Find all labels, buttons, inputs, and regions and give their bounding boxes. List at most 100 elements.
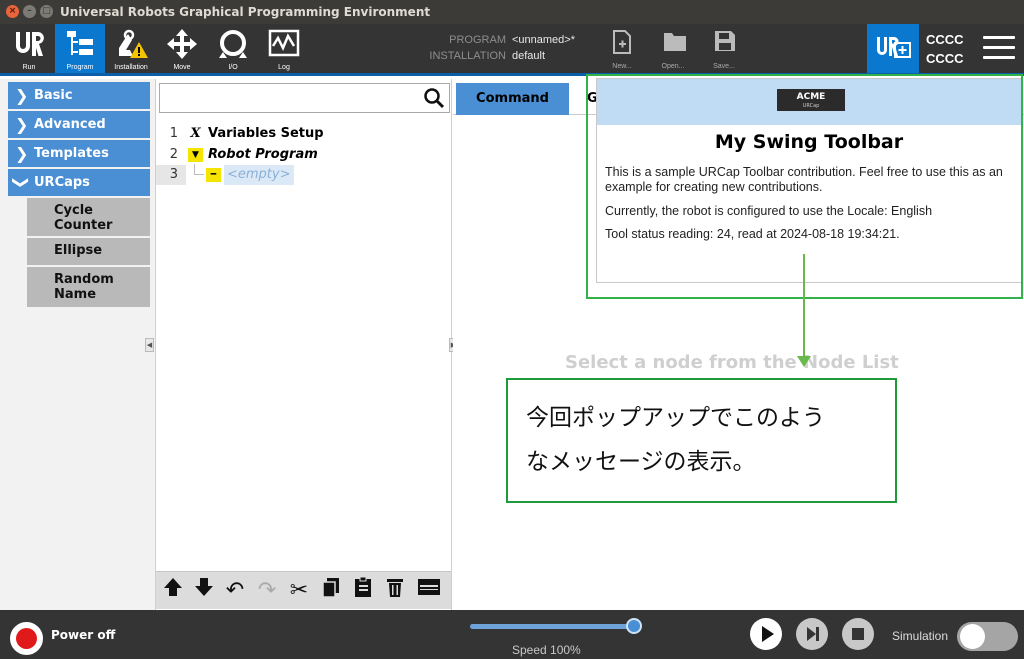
chevron-right-icon: ❯ bbox=[15, 86, 29, 105]
close-window-icon[interactable]: × bbox=[6, 5, 19, 18]
tree-row-empty[interactable]: 3 ━ <empty> bbox=[156, 164, 451, 185]
open-folder-icon bbox=[664, 33, 686, 51]
chevron-right-icon: ❯ bbox=[15, 144, 29, 163]
stop-icon bbox=[852, 628, 864, 640]
tool-installation[interactable]: Installation bbox=[106, 24, 156, 73]
save-button-label: Save... bbox=[713, 63, 735, 70]
category-advanced[interactable]: ❯ Advanced bbox=[8, 111, 150, 138]
power-label: Power off bbox=[51, 628, 116, 642]
program-tree-icon bbox=[67, 31, 93, 55]
minimize-window-icon[interactable]: – bbox=[23, 5, 36, 18]
power-off-indicator bbox=[16, 628, 37, 649]
suppress-icon[interactable] bbox=[414, 576, 444, 606]
urcap-item-label: Ellipse bbox=[54, 243, 103, 258]
urcap-plus-icon bbox=[877, 36, 911, 58]
empty-node-icon: ━ bbox=[206, 168, 221, 182]
tool-io[interactable]: I/O bbox=[208, 24, 258, 73]
search-icon bbox=[424, 88, 445, 109]
ur-logo-icon bbox=[16, 32, 44, 56]
open-button-label: Open... bbox=[661, 63, 685, 70]
tool-move[interactable]: Move bbox=[157, 24, 207, 73]
cccc-line-2: CCCC bbox=[926, 51, 964, 66]
category-templates-label: Templates bbox=[34, 146, 109, 161]
installation-key: INSTALLATION bbox=[429, 50, 506, 62]
save-button[interactable]: Save... bbox=[704, 26, 744, 72]
tree-line-number: 3 bbox=[169, 167, 178, 182]
expand-triangle-icon[interactable]: ▼ bbox=[188, 148, 203, 162]
installation-value: default bbox=[512, 50, 546, 62]
simulation-toggle[interactable] bbox=[957, 622, 1018, 651]
category-urcaps[interactable]: ❯ URCaps bbox=[8, 169, 150, 196]
copy-icon[interactable] bbox=[316, 576, 346, 606]
move-arrows-icon bbox=[167, 29, 197, 59]
urcap-item-label: Random Name bbox=[54, 272, 114, 302]
program-key: PROGRAM bbox=[449, 34, 506, 46]
node-list-hint: Select a node from the Node List bbox=[565, 352, 899, 373]
new-file-icon bbox=[613, 30, 631, 54]
category-urcaps-label: URCaps bbox=[34, 175, 90, 190]
stop-button[interactable] bbox=[842, 618, 874, 650]
paste-icon[interactable] bbox=[348, 576, 378, 606]
category-templates[interactable]: ❯ Templates bbox=[8, 140, 150, 167]
tool-program[interactable]: Program bbox=[55, 24, 105, 73]
delete-icon[interactable] bbox=[380, 576, 410, 606]
callout-line-1: 今回ポップアップでこのよう bbox=[526, 405, 825, 431]
tool-io-label: I/O bbox=[228, 64, 238, 71]
annotation-arrow-line bbox=[803, 254, 805, 359]
callout-line-2: なメッセージの表示。 bbox=[526, 449, 756, 475]
speed-slider-track[interactable] bbox=[470, 624, 634, 629]
redo-icon[interactable]: ↷ bbox=[252, 576, 282, 606]
move-down-icon[interactable] bbox=[189, 576, 219, 606]
annotation-callout: 今回ポップアップでこのよう なメッセージの表示。 bbox=[506, 378, 897, 503]
program-value: <unnamed>* bbox=[512, 34, 575, 46]
step-button[interactable] bbox=[796, 618, 828, 650]
program-info: PROGRAM <unnamed>* INSTALLATION default bbox=[420, 32, 575, 64]
tool-program-label: Program bbox=[66, 64, 94, 71]
chevron-down-icon: ❯ bbox=[12, 175, 32, 190]
tool-log[interactable]: Log bbox=[259, 24, 309, 73]
cut-icon[interactable]: ✂ bbox=[284, 576, 314, 606]
tree-line-number: 1 bbox=[169, 126, 178, 141]
category-basic[interactable]: ❯ Basic bbox=[8, 82, 150, 109]
tree-label: Robot Program bbox=[208, 147, 318, 162]
power-button[interactable] bbox=[10, 622, 43, 655]
hamburger-menu-icon[interactable] bbox=[983, 36, 1015, 60]
open-button[interactable]: Open... bbox=[653, 26, 693, 72]
main-toolbar: Run Program Installation Move I/O Log PR… bbox=[0, 24, 1024, 76]
new-button-label: New... bbox=[612, 63, 632, 70]
move-up-icon[interactable] bbox=[158, 576, 188, 606]
urcap-item-random-name[interactable]: Random Name bbox=[27, 267, 150, 307]
log-chart-icon bbox=[268, 29, 300, 57]
tab-command[interactable]: Command bbox=[456, 83, 569, 115]
simulation-label: Simulation bbox=[892, 629, 949, 643]
undo-icon[interactable]: ↶ bbox=[220, 576, 250, 606]
step-icon bbox=[807, 627, 819, 641]
tree-row-robot-program[interactable]: 2 ▼ Robot Program bbox=[156, 145, 451, 165]
urcap-item-ellipse[interactable]: Ellipse bbox=[27, 238, 150, 265]
installation-warning-icon bbox=[119, 29, 148, 58]
tree-label-selected: <empty> bbox=[224, 165, 294, 185]
program-tree-panel: 1 X Variables Setup 2 ▼ Robot Program 3 … bbox=[155, 79, 452, 610]
tool-log-label: Log bbox=[278, 64, 290, 71]
tool-run[interactable]: Run bbox=[4, 24, 54, 73]
variables-x-icon: X bbox=[190, 126, 201, 141]
maximize-window-icon[interactable]: □ bbox=[40, 5, 53, 18]
robot-status-text: CCCC CCCC bbox=[926, 30, 964, 68]
title-bar: × – □ Universal Robots Graphical Program… bbox=[0, 0, 1024, 24]
tool-installation-label: Installation bbox=[114, 64, 148, 71]
urcap-item-cycle-counter[interactable]: Cycle Counter bbox=[27, 198, 150, 236]
tree-line-number: 2 bbox=[169, 147, 178, 162]
collapse-left-handle[interactable]: ◀ bbox=[145, 338, 154, 352]
category-basic-label: Basic bbox=[34, 88, 73, 103]
urcap-toolbar-button[interactable] bbox=[867, 24, 919, 73]
new-button[interactable]: New... bbox=[602, 26, 642, 72]
node-category-panel: ❯ Basic ❯ Advanced ❯ Templates ❯ URCaps … bbox=[0, 79, 155, 610]
tree-label: Variables Setup bbox=[208, 126, 324, 141]
app-window: × – □ Universal Robots Graphical Program… bbox=[0, 0, 1024, 659]
tree-row-variables-setup[interactable]: 1 X Variables Setup bbox=[156, 124, 451, 144]
play-button[interactable] bbox=[750, 618, 782, 650]
speed-slider-knob[interactable] bbox=[626, 618, 642, 634]
search-button[interactable] bbox=[420, 83, 450, 113]
tree-search-input[interactable] bbox=[159, 83, 421, 113]
window-title: Universal Robots Graphical Programming E… bbox=[60, 5, 431, 19]
